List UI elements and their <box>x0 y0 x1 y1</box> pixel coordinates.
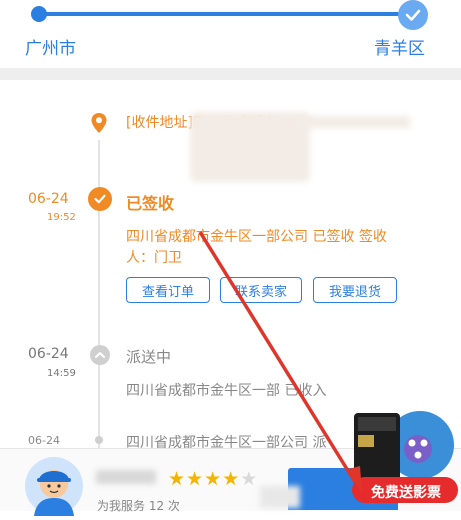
annotation-arrow <box>198 231 362 492</box>
